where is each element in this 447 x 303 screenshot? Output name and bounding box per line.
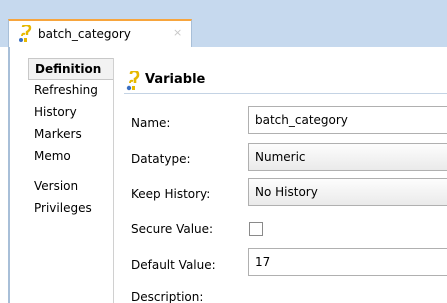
variable-icon [126,71,140,91]
nav-item-history[interactable]: History [28,102,113,124]
editor-tab-strip: batch_category × [0,0,447,47]
name-label: Name: [131,116,171,130]
settings-nav: Definition Refreshing History Markers Me… [28,58,113,220]
nav-item-refreshing[interactable]: Refreshing [28,80,113,102]
default-value-label: Default Value: [131,258,216,272]
editor-tab-batch-category[interactable]: batch_category × [8,19,192,47]
nav-divider [113,58,114,303]
datatype-label: Datatype: [131,152,191,166]
secure-value-checkbox[interactable] [249,222,263,236]
name-field[interactable]: batch_category [248,106,447,134]
editor-left-border [8,47,10,303]
editor-tab-label: batch_category [38,27,131,41]
nav-item-markers[interactable]: Markers [28,124,113,146]
nav-item-definition[interactable]: Definition [28,58,113,80]
keep-history-select[interactable]: No History [248,178,447,206]
nav-item-version[interactable]: Version [28,176,113,198]
default-value-field[interactable]: 17 [248,248,447,276]
keep-history-label: Keep History: [131,187,211,201]
variable-icon [19,25,32,42]
section-separator [124,93,447,94]
secure-value-label: Secure Value: [131,222,214,236]
nav-item-privileges[interactable]: Privileges [28,198,113,220]
nav-item-memo[interactable]: Memo [28,146,113,176]
section-title: Variable [145,72,206,87]
datatype-select[interactable]: Numeric [248,143,447,171]
close-icon[interactable]: × [173,26,182,39]
description-label: Description: [131,290,204,303]
